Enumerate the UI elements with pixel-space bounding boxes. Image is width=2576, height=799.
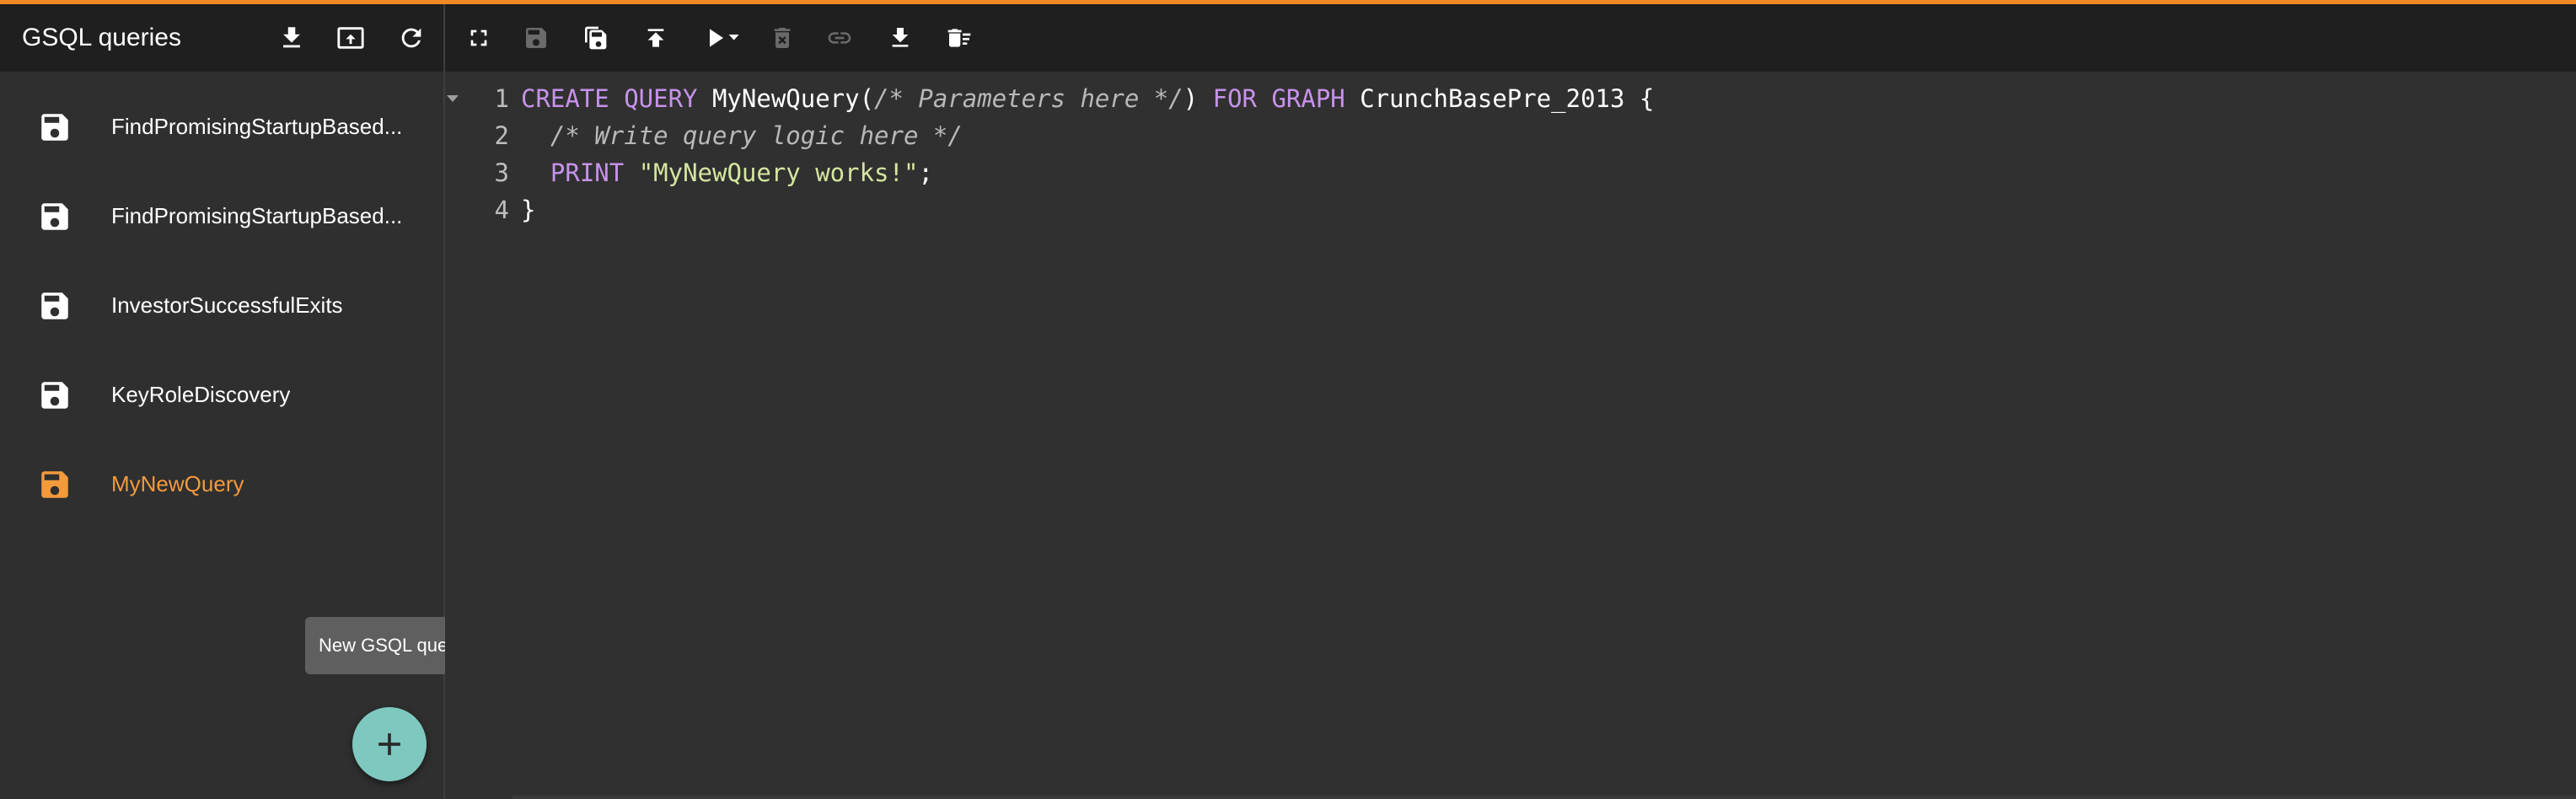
run-query-button[interactable]	[696, 19, 750, 56]
query-label: InvestorSuccessfulExits	[111, 292, 343, 318]
code-token: PRINT	[550, 158, 625, 187]
code-token: )	[1183, 84, 1213, 113]
code-line[interactable]: 2 /* Write query logic here */	[445, 117, 963, 154]
query-label: FindPromisingStartupBased...	[111, 114, 403, 139]
code-line[interactable]: 1 CREATE QUERY MyNewQuery(/* Parameters h…	[445, 80, 1655, 117]
download-button[interactable]	[882, 19, 919, 56]
save-as-button[interactable]	[577, 19, 614, 56]
download-all-icon	[283, 27, 300, 48]
code-token: "MyNewQuery works!"	[638, 158, 919, 187]
fullscreen-icon	[470, 29, 487, 46]
refresh-button[interactable]	[393, 19, 430, 56]
delete-query-button[interactable]	[764, 19, 801, 56]
line-number: 3	[494, 158, 509, 187]
query-item-active[interactable]: MyNewQuery	[0, 439, 443, 528]
download-all-button[interactable]	[273, 19, 310, 56]
download-icon	[892, 28, 909, 47]
save-icon	[37, 378, 72, 413]
install-icon	[647, 29, 664, 47]
horizontal-scrollbar[interactable]	[513, 796, 2576, 799]
line-number: 4	[494, 196, 509, 224]
code-token: }	[521, 196, 536, 224]
run-icon	[710, 29, 739, 47]
code-text: CREATE QUERY MyNewQuery(/* Parameters he…	[521, 80, 1654, 117]
fullscreen-button[interactable]	[460, 19, 497, 56]
delete-icon	[774, 28, 791, 48]
query-label: KeyRoleDiscovery	[111, 382, 291, 407]
code-token: /* Parameters here */	[874, 84, 1183, 113]
save-button[interactable]	[518, 19, 555, 56]
sidebar-title: GSQL queries	[22, 24, 181, 51]
save-icon	[37, 199, 72, 234]
delete-all-button[interactable]	[941, 19, 978, 56]
code-token: FOR GRAPH	[1212, 84, 1345, 113]
upload-icon	[337, 27, 364, 49]
code-token: MyNewQuery(	[697, 84, 875, 113]
code-editor[interactable]: 1 CREATE QUERY MyNewQuery(/* Parameters h…	[445, 72, 2576, 799]
save-icon	[37, 110, 72, 145]
refresh-icon	[401, 28, 421, 48]
code-token: CREATE QUERY	[521, 84, 698, 113]
code-token: CrunchBasePre_2013 {	[1344, 84, 1655, 113]
query-sidebar: GSQL queries FindPromisingStartupBased..…	[0, 4, 477, 799]
upload-button[interactable]	[332, 19, 369, 56]
line-number: 2	[494, 121, 509, 150]
code-line[interactable]: 3 PRINT "MyNewQuery works!";	[445, 154, 933, 191]
install-query-button[interactable]	[637, 19, 674, 56]
code-text: PRINT "MyNewQuery works!";	[521, 154, 933, 191]
sidebar-header: GSQL queries	[0, 4, 443, 72]
query-item[interactable]: InvestorSuccessfulExits	[0, 260, 443, 350]
editor-toolbar	[445, 4, 2576, 72]
query-list: FindPromisingStartupBased... FindPromisi…	[0, 82, 443, 528]
new-query-button[interactable]	[352, 707, 427, 781]
link-icon	[828, 32, 851, 44]
query-item[interactable]: KeyRoleDiscovery	[0, 350, 443, 439]
code-token: /* Write query logic here */	[550, 121, 963, 150]
link-button[interactable]	[821, 19, 858, 56]
save-icon	[526, 28, 546, 48]
code-line[interactable]: 4}	[445, 191, 536, 228]
query-label: MyNewQuery	[111, 471, 244, 496]
save-icon	[37, 288, 72, 324]
query-item[interactable]: FindPromisingStartupBased...	[0, 171, 443, 260]
code-text: /* Write query logic here */	[521, 117, 963, 154]
delete-all-icon	[947, 29, 971, 47]
code-text: }	[521, 191, 535, 228]
line-number: 1	[494, 84, 509, 113]
query-label: FindPromisingStartupBased...	[111, 203, 403, 228]
code-token: ;	[918, 158, 933, 187]
query-item[interactable]: FindPromisingStartupBased...	[0, 82, 443, 171]
save-as-icon	[585, 26, 607, 50]
save-icon	[37, 467, 72, 502]
plus-icon	[378, 733, 400, 755]
